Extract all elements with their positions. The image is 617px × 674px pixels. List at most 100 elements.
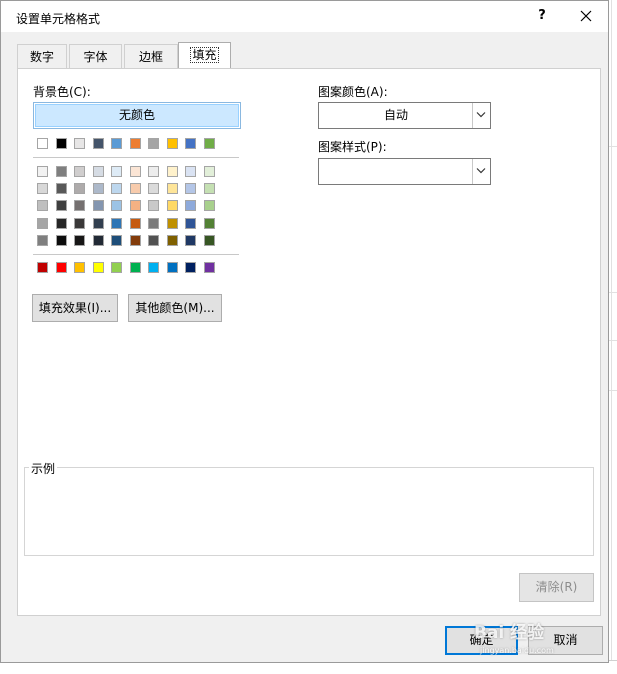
pattern-style-value [319, 159, 473, 184]
tab-label: 填充 [190, 47, 219, 63]
theme-color-swatch[interactable] [166, 138, 178, 149]
theme-shade-swatch[interactable] [37, 234, 48, 246]
theme-shade-swatch[interactable] [92, 183, 104, 195]
theme-shade-swatch[interactable] [55, 200, 67, 212]
theme-shade-swatch[interactable] [185, 217, 196, 229]
theme-color-swatch[interactable] [129, 138, 141, 149]
theme-shade-swatch[interactable] [111, 217, 122, 229]
watermark: Bai 经验 [474, 623, 545, 643]
theme-shade-swatch[interactable] [55, 166, 67, 177]
pattern-color-dropdown[interactable]: 自动 [318, 102, 491, 129]
theme-shade-swatch[interactable] [37, 217, 48, 229]
theme-color-swatch[interactable] [185, 138, 196, 149]
theme-shade-swatch[interactable] [111, 166, 122, 177]
tab-number[interactable]: 数字 [17, 44, 67, 68]
theme-shade-swatch[interactable] [203, 217, 215, 229]
pattern-style-dropdown[interactable] [318, 158, 491, 185]
theme-shade-swatch[interactable] [148, 183, 159, 195]
more-colors-button[interactable]: 其他颜色(M)... [128, 294, 222, 322]
theme-shade-swatch[interactable] [111, 183, 122, 195]
theme-shade-swatch[interactable] [92, 166, 104, 177]
theme-shade-swatch[interactable] [111, 234, 122, 246]
standard-color-swatch[interactable] [111, 262, 122, 273]
grid-line [609, 340, 617, 341]
background-color-label: 背景色(C): [33, 85, 91, 99]
chevron-down-icon [476, 112, 486, 118]
theme-color-swatch[interactable] [111, 138, 122, 149]
theme-shade-swatch[interactable] [148, 217, 159, 229]
theme-shade-swatch[interactable] [129, 200, 141, 212]
theme-shade-swatch[interactable] [74, 234, 85, 246]
theme-shade-swatch[interactable] [148, 234, 159, 246]
theme-shade-swatch[interactable] [203, 234, 215, 246]
standard-color-swatch[interactable] [203, 262, 215, 273]
theme-shade-swatch[interactable] [92, 200, 104, 212]
theme-shade-swatch[interactable] [166, 166, 178, 177]
theme-shade-swatch[interactable] [148, 166, 159, 177]
theme-color-swatch[interactable] [55, 138, 67, 149]
format-cells-dialog: 设置单元格格式 ? 数字 字体 边框 填充 背景色(C): 无颜色 填充效果(I… [0, 0, 609, 663]
close-button[interactable] [573, 5, 599, 27]
pattern-color-label: 图案颜色(A): [318, 85, 388, 99]
standard-color-swatch[interactable] [55, 262, 67, 273]
theme-shade-swatch[interactable] [92, 234, 104, 246]
theme-shade-swatch[interactable] [129, 217, 141, 229]
theme-color-swatch[interactable] [148, 138, 159, 149]
theme-shade-swatch[interactable] [74, 183, 85, 195]
title-bar: 设置单元格格式 ? [1, 1, 608, 32]
theme-shade-swatch[interactable] [74, 200, 85, 212]
theme-shade-swatch[interactable] [129, 234, 141, 246]
grid-line [609, 292, 617, 293]
theme-shade-swatch[interactable] [55, 234, 67, 246]
sample-preview [24, 467, 594, 556]
theme-shade-swatch[interactable] [74, 166, 85, 177]
theme-shade-swatch[interactable] [129, 166, 141, 177]
fill-effects-button[interactable]: 填充效果(I)... [32, 294, 118, 322]
theme-shade-swatch[interactable] [185, 200, 196, 212]
theme-shade-swatch[interactable] [185, 183, 196, 195]
standard-color-swatch[interactable] [166, 262, 178, 273]
theme-color-swatch[interactable] [37, 138, 48, 149]
theme-shade-swatch[interactable] [37, 200, 48, 212]
clear-button[interactable]: 清除(R) [519, 573, 594, 602]
tab-label: 数字 [29, 50, 54, 64]
grid-line [609, 146, 617, 147]
grid-line [611, 0, 612, 673]
theme-shade-swatch[interactable] [111, 200, 122, 212]
theme-shade-swatch[interactable] [129, 183, 141, 195]
theme-shade-swatch[interactable] [166, 217, 178, 229]
standard-color-swatch[interactable] [74, 262, 85, 273]
theme-shade-swatch[interactable] [37, 183, 48, 195]
theme-shade-swatch[interactable] [203, 200, 215, 212]
theme-color-swatch[interactable] [203, 138, 215, 149]
standard-color-swatch[interactable] [185, 262, 196, 273]
theme-shade-swatch[interactable] [185, 166, 196, 177]
standard-color-swatch[interactable] [148, 262, 159, 273]
theme-shade-swatch[interactable] [148, 200, 159, 212]
theme-shade-swatch[interactable] [74, 217, 85, 229]
tab-font[interactable]: 字体 [69, 44, 122, 68]
theme-color-swatch[interactable] [92, 138, 104, 149]
standard-color-swatch[interactable] [92, 262, 104, 273]
close-icon [580, 10, 592, 22]
theme-shade-swatch[interactable] [185, 234, 196, 246]
tab-border[interactable]: 边框 [124, 44, 178, 68]
theme-shade-swatch[interactable] [55, 217, 67, 229]
chevron-down-icon [476, 168, 486, 174]
theme-shade-swatch[interactable] [166, 183, 178, 195]
standard-color-swatch[interactable] [129, 262, 141, 273]
help-button[interactable]: ? [531, 5, 553, 27]
tab-label: 边框 [138, 50, 163, 64]
theme-shade-swatch[interactable] [166, 234, 178, 246]
theme-shade-swatch[interactable] [166, 200, 178, 212]
theme-shade-swatch[interactable] [203, 183, 215, 195]
no-color-button[interactable]: 无颜色 [35, 104, 239, 127]
standard-color-swatch[interactable] [37, 262, 48, 273]
theme-shade-swatch[interactable] [37, 166, 48, 177]
theme-shade-swatch[interactable] [203, 166, 215, 177]
theme-shade-swatch[interactable] [55, 183, 67, 195]
theme-color-swatch[interactable] [74, 138, 85, 149]
tab-fill[interactable]: 填充 [178, 42, 231, 68]
grid-line [609, 390, 617, 391]
theme-shade-swatch[interactable] [92, 217, 104, 229]
